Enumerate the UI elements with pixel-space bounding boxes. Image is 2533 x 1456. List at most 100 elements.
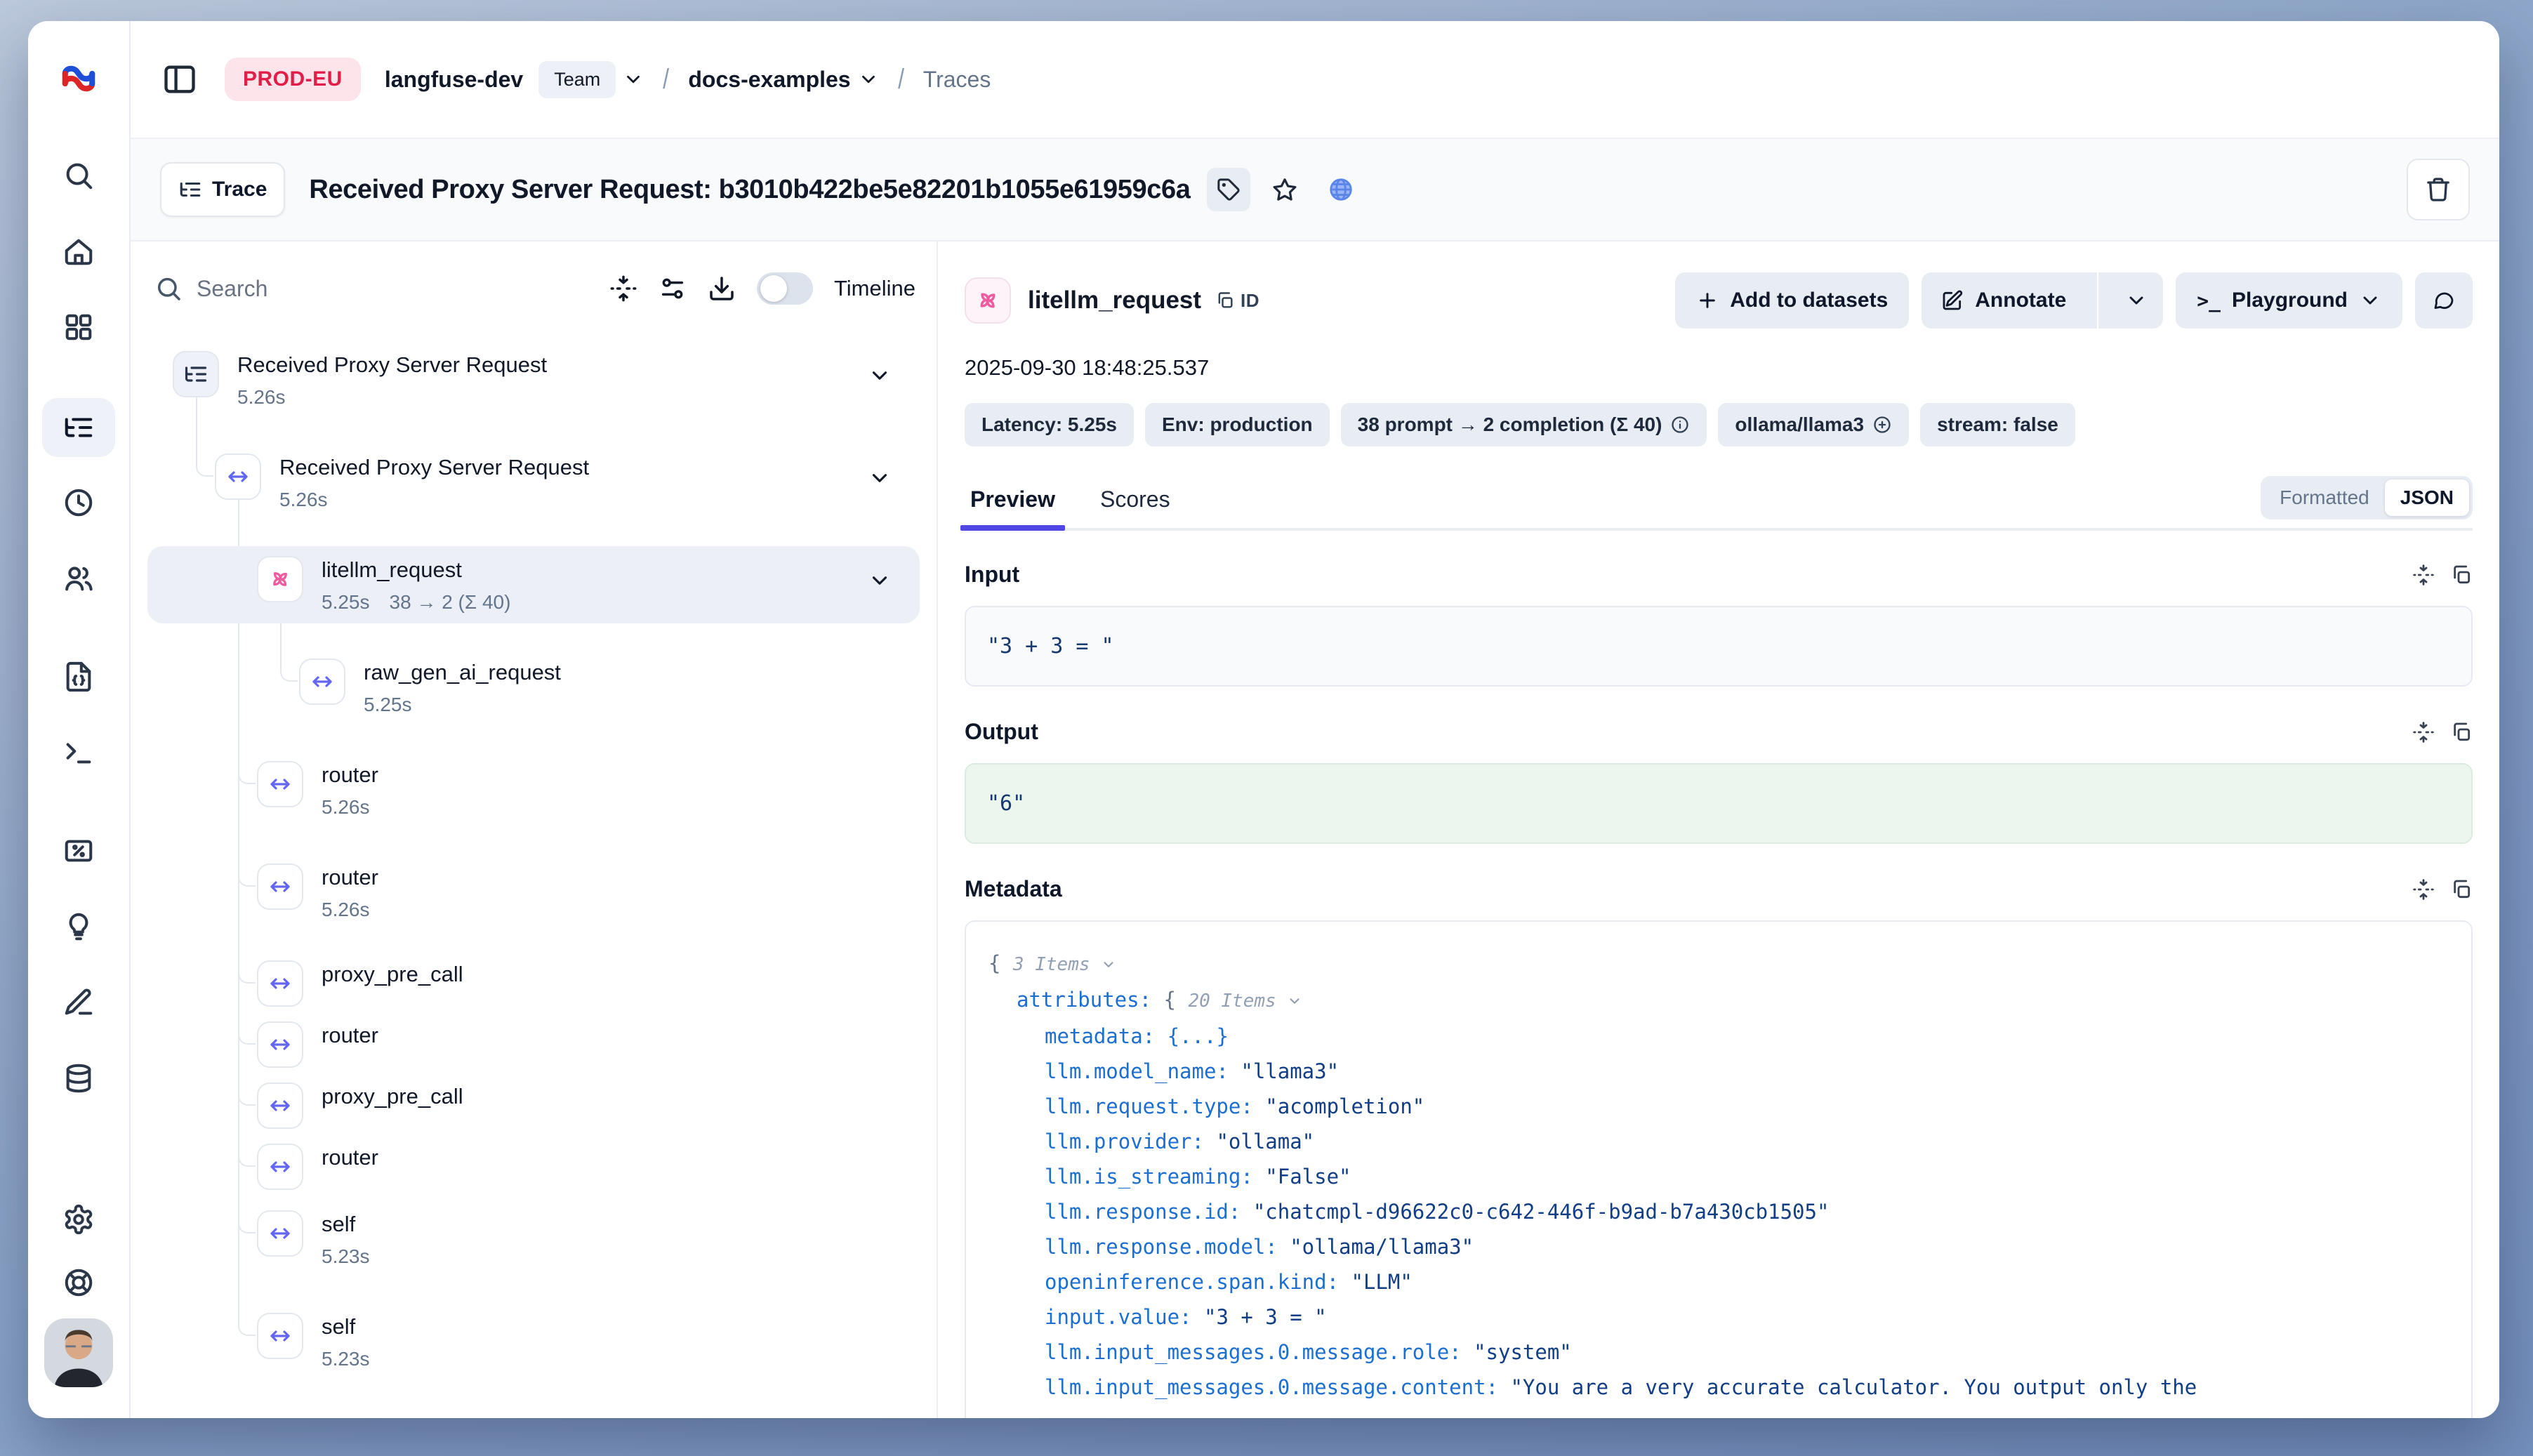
sidebar-item-datasets[interactable]	[42, 1051, 115, 1106]
sidebar-item-settings[interactable]	[42, 1192, 115, 1247]
timeline-toggle[interactable]	[757, 272, 813, 305]
node-text: router	[322, 1144, 378, 1170]
observation-actions: Add to datasets Annotate	[1675, 272, 2473, 329]
search-input[interactable]	[197, 276, 588, 302]
node-label: Received Proxy Server Request	[279, 455, 589, 480]
delete-trace-button[interactable]	[2407, 159, 2470, 220]
format-option-json[interactable]: JSON	[2385, 479, 2469, 516]
metric-badge-text: Latency: 5.25s	[981, 413, 1117, 436]
breadcrumb-project[interactable]: docs-examples	[688, 67, 850, 93]
sidebar-item-annotation[interactable]	[42, 975, 115, 1030]
metric-badge[interactable]: 38 prompt → 2 completion (Σ 40)	[1341, 403, 1707, 446]
trace-tree-node[interactable]: router	[147, 1017, 920, 1072]
json-value: "False"	[1265, 1165, 1351, 1189]
trace-tree-node[interactable]: proxy_pre_call	[147, 1078, 920, 1133]
public-visibility-button[interactable]	[1319, 168, 1363, 211]
json-item-count[interactable]: 20 Items	[1188, 991, 1302, 1012]
lifebuoy-icon	[62, 1266, 95, 1299]
span-arrows-icon	[267, 1323, 293, 1349]
trace-tree-node[interactable]: Received Proxy Server Request5.26s	[147, 444, 920, 521]
trace-tree-node[interactable]: Received Proxy Server Request5.26s	[147, 341, 920, 418]
trace-tree-node[interactable]: self5.23s	[147, 1200, 920, 1278]
comments-button[interactable]	[2415, 272, 2473, 329]
sidebar-item-search[interactable]	[42, 148, 115, 203]
tree-settings-button[interactable]	[659, 274, 687, 303]
breadcrumb-separator: /	[898, 64, 904, 95]
panel-left-icon	[161, 61, 198, 98]
trace-tree-node[interactable]: self5.23s	[147, 1303, 920, 1380]
langfuse-logo[interactable]	[59, 59, 98, 102]
generation-icon	[267, 567, 293, 592]
bookmark-star-button[interactable]	[1263, 168, 1307, 211]
id-label: ID	[1241, 290, 1259, 312]
sidebar-item-home[interactable]	[42, 224, 115, 279]
project-switcher-button[interactable]	[858, 69, 879, 90]
sidebar-item-prompts[interactable]	[42, 649, 115, 704]
format-option-formatted[interactable]: Formatted	[2264, 479, 2385, 516]
trace-tree-node[interactable]: router5.26s	[147, 751, 920, 828]
sidebar-item-sessions[interactable]	[42, 475, 115, 530]
download-button[interactable]	[708, 274, 736, 303]
copy-icon[interactable]	[2450, 564, 2473, 586]
user-avatar[interactable]	[44, 1318, 113, 1387]
tag-button[interactable]	[1207, 168, 1250, 211]
trace-tree-node[interactable]: raw_gen_ai_request5.25s	[147, 649, 920, 726]
input-section-actions	[2412, 564, 2473, 586]
node-collapse-button[interactable]	[868, 364, 892, 391]
playground-button[interactable]: >_ Playground	[2176, 272, 2402, 329]
breadcrumb-section[interactable]: Traces	[923, 67, 991, 93]
tree-toolbar: Timeline	[154, 272, 915, 305]
copy-icon[interactable]	[2450, 878, 2473, 901]
copy-id-button[interactable]: ID	[1215, 290, 1259, 312]
trace-tree-node[interactable]: proxy_pre_call	[147, 956, 920, 1011]
sidebar-item-insights[interactable]	[42, 899, 115, 954]
metric-badge[interactable]: Latency: 5.25s	[965, 403, 1134, 446]
trace-tree-node[interactable]: router	[147, 1139, 920, 1194]
metric-badge[interactable]: Env: production	[1145, 403, 1330, 446]
breadcrumb-org[interactable]: langfuse-dev	[385, 67, 523, 93]
collapse-all-button[interactable]	[609, 274, 637, 303]
node-collapse-button[interactable]	[868, 569, 892, 596]
environment-badge[interactable]: PROD-EU	[225, 58, 361, 101]
chevron-down-icon	[858, 69, 879, 90]
sidebar-item-playground[interactable]	[42, 725, 115, 780]
sidebar-toggle-button[interactable]	[161, 61, 198, 98]
tab-preview[interactable]: Preview	[965, 487, 1061, 528]
metric-badge[interactable]: ollama/llama3	[1718, 403, 1909, 446]
sidebar-item-support[interactable]	[42, 1255, 115, 1310]
org-switcher-button[interactable]	[623, 69, 644, 90]
home-icon	[62, 235, 95, 267]
copy-icon[interactable]	[2450, 721, 2473, 743]
download-icon	[708, 274, 736, 303]
annotate-button[interactable]: Annotate	[1922, 272, 2086, 329]
main-column: PROD-EU langfuse-dev Team / docs-example…	[131, 21, 2499, 1418]
json-item-count[interactable]: 3 Items	[1013, 954, 1116, 975]
annotate-menu-button[interactable]	[2110, 272, 2163, 329]
metric-badge[interactable]: stream: false	[1920, 403, 2075, 446]
trace-tree-node[interactable]: litellm_request5.25s 38 → 2 (Σ 40)	[147, 546, 920, 623]
span-arrows-icon	[267, 874, 293, 899]
breadcrumb-separator: /	[663, 64, 669, 95]
node-label: proxy_pre_call	[322, 1084, 463, 1109]
sidebar-item-dashboards[interactable]	[42, 300, 115, 355]
fold-vertical-icon[interactable]	[2412, 564, 2435, 586]
dashboard-grid-icon	[62, 311, 95, 343]
span-badge	[257, 761, 303, 807]
trace-type-badge[interactable]: Trace	[160, 162, 285, 217]
json-key: openinference.span.kind:	[1045, 1270, 1351, 1294]
metadata-section-actions	[2412, 878, 2473, 901]
fold-vertical-icon[interactable]	[2412, 878, 2435, 901]
lightbulb-icon	[62, 911, 95, 943]
node-collapse-button[interactable]	[868, 466, 892, 494]
pen-square-icon	[1941, 289, 1964, 312]
add-to-datasets-button[interactable]: Add to datasets	[1675, 272, 1909, 329]
trace-tree-node[interactable]: router5.26s	[147, 854, 920, 931]
node-duration: 5.23s	[322, 1245, 370, 1268]
chevron-down-icon	[623, 69, 644, 90]
sidebar-item-traces[interactable]	[42, 398, 115, 457]
node-duration: 5.26s	[237, 386, 547, 409]
fold-vertical-icon[interactable]	[2412, 721, 2435, 743]
sidebar-item-users[interactable]	[42, 551, 115, 606]
sidebar-item-evaluation[interactable]	[42, 823, 115, 878]
tab-scores[interactable]: Scores	[1094, 487, 1176, 528]
